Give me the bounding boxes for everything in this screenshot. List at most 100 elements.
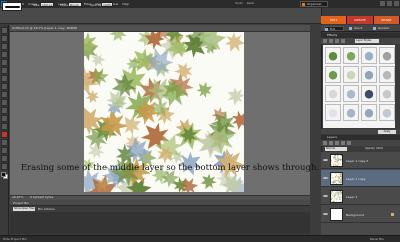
leaves-thumbnail-icon (331, 173, 342, 184)
undo-redo-group: Undo Redo (235, 1, 254, 5)
effect-thumbnail[interactable] (343, 85, 359, 102)
zoom-readout[interactable]: 16.67% (12, 195, 23, 199)
size-field[interactable]: 100 px (40, 2, 54, 7)
document-title: Untitled-12 @ 16.7% (Layer 1 copy, RGB/8… (12, 26, 78, 30)
bin-actions-button[interactable]: Bin Actions (38, 207, 55, 211)
organizer-icon (302, 3, 305, 6)
effect-thumbnail[interactable] (343, 66, 359, 83)
organizer-label: Organizer (307, 2, 322, 6)
leaves-thumbnail-icon (331, 155, 342, 166)
filters-icon[interactable] (323, 39, 327, 43)
full-edit-icon (325, 28, 328, 31)
marquee-tool-icon[interactable] (1, 59, 8, 66)
layer-thumbnail (330, 172, 343, 185)
edit-full-button[interactable]: Full (324, 26, 344, 31)
effect-thumbnail[interactable] (379, 104, 395, 121)
effect-thumbnail[interactable] (325, 104, 341, 121)
lock-all-icon[interactable] (347, 141, 351, 145)
brush-stroke-icon (5, 6, 20, 8)
redo-button[interactable]: Redo (247, 1, 255, 5)
document-info: 0 bytes/0 bytes (30, 195, 54, 199)
blend-mode-select[interactable]: Normal (325, 147, 347, 151)
crop-tool-icon[interactable] (1, 99, 8, 106)
opacity-field[interactable]: 100% (101, 2, 113, 7)
layer-thumbnail (330, 190, 343, 203)
bottom-bar (0, 235, 400, 242)
adjustment-layer-icon[interactable] (329, 141, 333, 145)
lock-transparency-icon[interactable] (341, 141, 345, 145)
effect-thumbnail[interactable] (343, 104, 359, 121)
layer-opacity-field[interactable]: Opacity: 100% (365, 147, 395, 151)
lasso-tool-icon[interactable] (1, 67, 8, 74)
effects-grid (323, 45, 395, 128)
edit-quick-button[interactable]: Quick (349, 26, 369, 31)
mode-tabs: EDIT CREATE SHARE (321, 16, 400, 24)
photo-effects-icon[interactable] (335, 39, 339, 43)
clone-stamp-tool-icon[interactable] (1, 123, 8, 130)
quick-edit-icon (349, 27, 352, 30)
red-eye-tool-icon[interactable] (1, 107, 8, 114)
visibility-eye-icon[interactable] (323, 176, 328, 180)
effect-thumbnail[interactable] (379, 85, 395, 102)
visibility-eye-icon[interactable] (323, 194, 328, 198)
organizer-button[interactable]: Organizer (300, 1, 328, 7)
type-tool-icon[interactable] (1, 91, 8, 98)
new-layer-icon[interactable] (323, 141, 327, 145)
edit-full-label: Full (330, 27, 336, 31)
effect-thumbnail[interactable] (361, 104, 377, 121)
layer-styles-icon[interactable] (329, 39, 333, 43)
gradient-tool-icon[interactable] (1, 155, 8, 162)
layer-name: Layer 1 copy (346, 177, 366, 181)
shape-tool-icon[interactable] (1, 163, 8, 170)
layer-name: Layer 1 (346, 195, 358, 199)
brush-tool-icon[interactable] (1, 139, 8, 146)
project-bin-body (10, 212, 310, 234)
undo-button[interactable]: Undo (235, 1, 243, 5)
effect-thumbnail[interactable] (361, 85, 377, 102)
edit-guided-button[interactable]: Guided (373, 26, 397, 31)
background-thumbnail (330, 208, 343, 221)
effect-thumbnail[interactable] (361, 66, 377, 83)
effect-thumbnail[interactable] (325, 66, 341, 83)
layer-thumbnail (330, 154, 343, 167)
tab-edit[interactable]: EDIT (321, 16, 348, 24)
selection-brush-tool-icon[interactable] (1, 83, 8, 90)
effect-thumbnail[interactable] (325, 47, 341, 64)
eraser-tool-icon[interactable] (1, 131, 8, 138)
minimize-icon[interactable] (380, 1, 385, 6)
healing-brush-tool-icon[interactable] (1, 115, 8, 122)
show-files-select[interactable]: Show Open Files (13, 207, 35, 211)
visibility-eye-icon[interactable] (323, 212, 328, 216)
visibility-eye-icon[interactable] (323, 158, 328, 162)
effect-thumbnail[interactable] (343, 47, 359, 64)
tab-create[interactable]: CREATE (347, 16, 374, 24)
effect-thumbnail[interactable] (325, 85, 341, 102)
delete-layer-icon[interactable] (335, 141, 339, 145)
effect-thumbnail[interactable] (361, 47, 377, 64)
effect-thumbnail[interactable] (379, 47, 395, 64)
move-tool-icon[interactable] (1, 27, 8, 34)
menu-help[interactable]: Help (122, 2, 129, 6)
leaves-thumbnail-icon (331, 191, 342, 202)
hand-tool-icon[interactable] (1, 43, 8, 50)
paint-bucket-tool-icon[interactable] (1, 147, 8, 154)
brush-preview[interactable] (2, 2, 22, 11)
project-bin-label: Project Bin (13, 201, 30, 205)
maximize-icon[interactable] (387, 1, 392, 6)
hide-project-bin-button[interactable]: Hide Project Bin (3, 237, 27, 241)
effect-thumbnail[interactable] (379, 66, 395, 83)
all-effects-icon[interactable] (341, 39, 345, 43)
effects-category-select[interactable]: Layer Styles (355, 39, 379, 43)
close-icon[interactable] (394, 1, 399, 6)
apply-button[interactable]: Apply (378, 130, 396, 134)
zoom-tool-icon[interactable] (1, 35, 8, 42)
magic-wand-tool-icon[interactable] (1, 75, 8, 82)
edit-guided-label: Guided (378, 26, 389, 30)
project-bin-header[interactable] (10, 200, 310, 206)
mode-select[interactable]: Brush (68, 2, 82, 7)
panel-bin-button[interactable]: Panel Bin (370, 237, 384, 241)
tab-share[interactable]: SHARE (373, 16, 400, 24)
foreground-color-swatch[interactable] (1, 172, 6, 177)
eyedropper-tool-icon[interactable] (1, 51, 8, 58)
guided-edit-icon (373, 27, 376, 30)
